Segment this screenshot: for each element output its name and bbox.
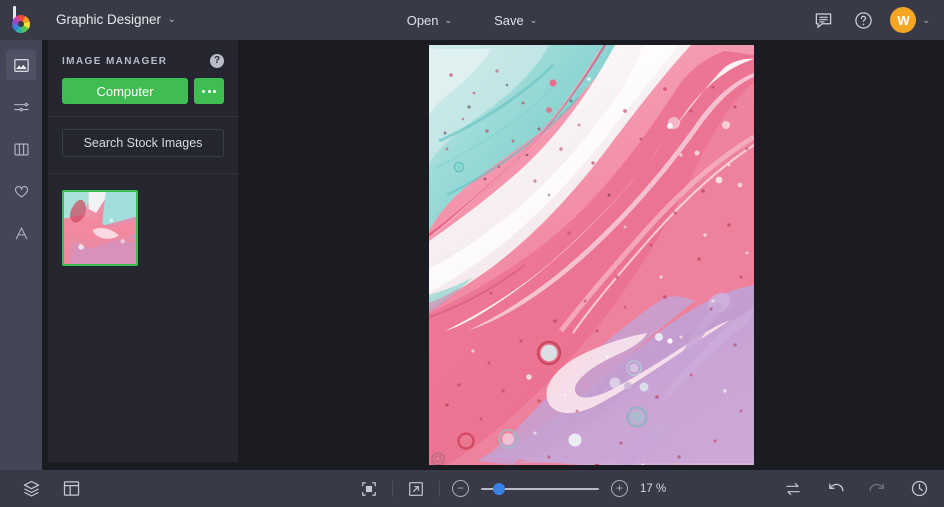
- app-title-label: Graphic Designer: [56, 12, 162, 27]
- upload-button-row: Computer: [48, 78, 238, 104]
- zoom-in-button[interactable]: +: [611, 480, 628, 497]
- sidebar-item-edit-adjust[interactable]: [6, 92, 36, 122]
- divider: [48, 116, 238, 117]
- chevron-down-icon: ⌄: [529, 14, 538, 25]
- open-button[interactable]: Open ⌄: [395, 7, 464, 34]
- befunky-logo-icon: [8, 6, 34, 34]
- expand-icon[interactable]: [405, 478, 427, 500]
- top-bar-right-group: W ⌄: [810, 7, 944, 33]
- search-stock-images-button[interactable]: Search Stock Images: [62, 129, 224, 157]
- page-title: IMAGE MANAGER: [62, 55, 168, 67]
- layout-icon[interactable]: [60, 478, 82, 500]
- history-clock-icon[interactable]: [908, 478, 930, 500]
- redo-icon[interactable]: [866, 478, 888, 500]
- avatar[interactable]: W: [890, 7, 917, 33]
- logo-color-wheel: [12, 15, 30, 33]
- zoom-out-button[interactable]: −: [452, 480, 469, 497]
- zoom-slider[interactable]: [481, 480, 599, 497]
- compare-swap-icon[interactable]: [782, 478, 804, 500]
- help-icon[interactable]: ?: [210, 54, 224, 68]
- more-upload-options-button[interactable]: [194, 78, 224, 104]
- artboard[interactable]: [428, 45, 754, 465]
- main-body: IMAGE MANAGER ? Computer Search Stock Im…: [0, 40, 944, 470]
- bottom-bar-right-group: [782, 478, 930, 500]
- bottom-bar-left-group: [14, 478, 252, 500]
- zoom-level-value: 17 %: [640, 482, 667, 495]
- sidebar-item-templates[interactable]: [6, 134, 36, 164]
- save-button-label: Save: [494, 12, 524, 28]
- chat-icon[interactable]: [810, 7, 836, 33]
- zoom-slider-handle[interactable]: [493, 482, 506, 495]
- help-icon[interactable]: [850, 7, 876, 33]
- canvas-area[interactable]: [238, 40, 944, 470]
- logo-container[interactable]: [0, 0, 42, 40]
- bottom-bar: − + 17 %: [0, 470, 944, 507]
- zoom-controls: − + 17 %: [252, 478, 782, 500]
- undo-icon[interactable]: [824, 478, 846, 500]
- sidebar-item-text[interactable]: [6, 218, 36, 248]
- app-title-dropdown[interactable]: Graphic Designer ⌄: [44, 7, 188, 33]
- save-button[interactable]: Save ⌄: [482, 7, 549, 34]
- fit-to-screen-icon[interactable]: [358, 478, 380, 500]
- sidebar-item-graphics[interactable]: [6, 176, 36, 206]
- abstract-fluid-art-image: [428, 45, 754, 465]
- divider: [439, 480, 440, 497]
- panel-header: IMAGE MANAGER ?: [48, 40, 238, 78]
- open-button-label: Open: [406, 12, 439, 28]
- ellipsis-icon: [202, 89, 216, 93]
- chevron-down-icon: ⌄: [444, 14, 453, 25]
- computer-upload-button[interactable]: Computer: [62, 78, 188, 104]
- image-thumbnail[interactable]: [62, 190, 138, 266]
- avatar-initial: W: [897, 12, 910, 28]
- thumbnail-artwork: [64, 192, 136, 264]
- top-bar: Graphic Designer ⌄ Open ⌄ Save ⌄ W ⌄: [0, 0, 944, 40]
- avatar-chevron-down-icon[interactable]: ⌄: [922, 15, 930, 26]
- left-panel: IMAGE MANAGER ? Computer Search Stock Im…: [42, 40, 238, 470]
- tool-rail: [0, 40, 42, 470]
- layers-icon[interactable]: [20, 478, 42, 500]
- divider: [392, 480, 393, 497]
- sidebar-item-image-manager[interactable]: [6, 50, 36, 80]
- image-manager-panel: IMAGE MANAGER ? Computer Search Stock Im…: [48, 40, 238, 462]
- chevron-down-icon: ⌄: [168, 14, 176, 24]
- thumbnail-list: [48, 174, 238, 266]
- app-root: Graphic Designer ⌄ Open ⌄ Save ⌄ W ⌄ IMA…: [0, 0, 944, 507]
